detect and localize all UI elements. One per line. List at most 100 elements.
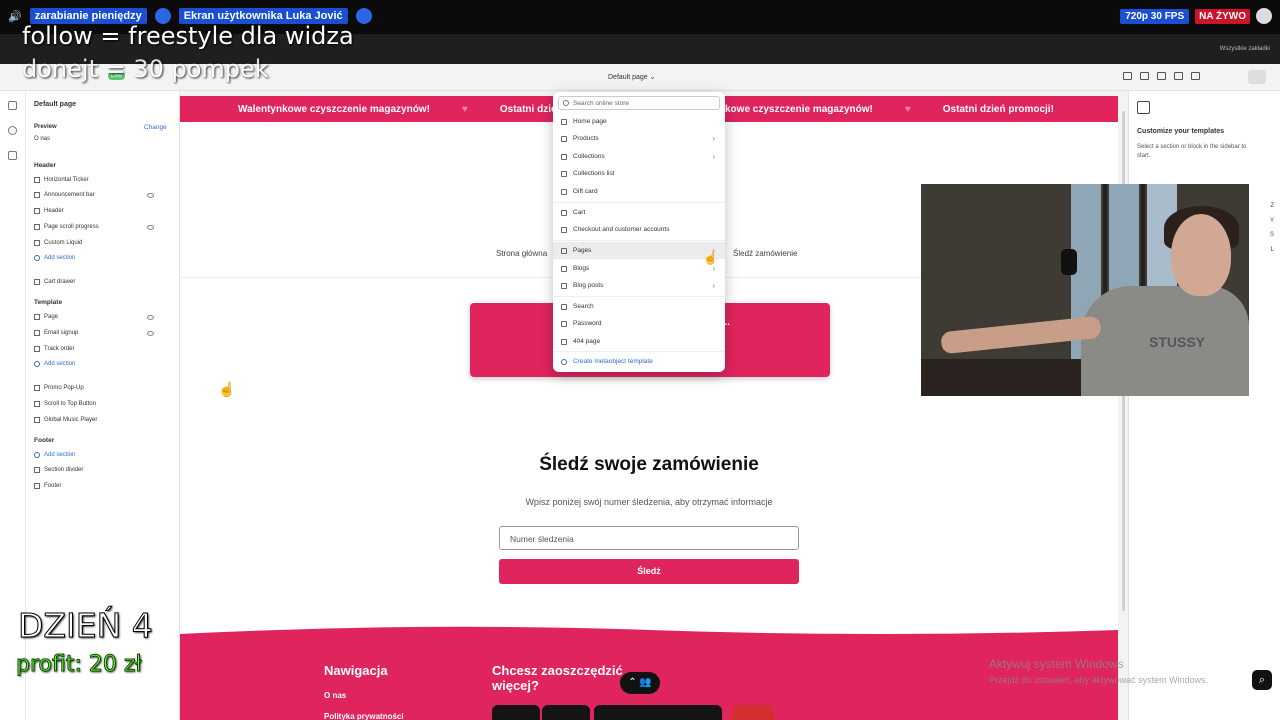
dropdown-item-password[interactable]: Password: [553, 315, 725, 332]
sidebar-item-section-divider[interactable]: Section divider: [34, 464, 174, 476]
add-section-label: Add section: [44, 255, 76, 261]
shortcut-keys: Z Y S L: [1270, 199, 1274, 257]
inspector-icon[interactable]: [1123, 72, 1132, 80]
add-section-template[interactable]: Add section: [34, 358, 174, 370]
dropdown-item-404[interactable]: 404 page: [553, 333, 725, 350]
eye-icon[interactable]: [147, 314, 154, 320]
eye-icon[interactable]: [147, 192, 154, 198]
change-link[interactable]: Change: [144, 124, 167, 131]
sidebar-item-label: Header: [44, 208, 64, 214]
sidebar-item-music-player[interactable]: Global Music Player: [34, 414, 174, 426]
nav-link-track[interactable]: Śledź zamówienie: [733, 249, 797, 258]
sidebar-item-scroll-top[interactable]: Scroll to Top Button: [34, 398, 174, 410]
expand-participants-button[interactable]: ⌃ 👥: [620, 672, 660, 694]
nav-link-home[interactable]: Strona główna: [496, 249, 547, 258]
template-picker[interactable]: Default page ⌄: [608, 73, 656, 81]
dropdown-item-label: Blogs: [573, 265, 590, 272]
section-icon: [34, 314, 40, 320]
plus-icon: [34, 361, 40, 367]
dropdown-item-label: Blog posts: [573, 282, 604, 289]
dropdown-item-label: 404 page: [573, 338, 601, 345]
ticker-item: Ostatni dzień promocji!: [942, 103, 1054, 115]
sidebar-item-header[interactable]: Header: [34, 205, 174, 217]
preview-value[interactable]: O nas: [34, 136, 50, 142]
track-button[interactable]: Śledź: [499, 559, 799, 584]
sidebar-item-page-scroll-progress[interactable]: Page scroll progress: [34, 221, 174, 233]
share-controls[interactable]: [594, 705, 722, 720]
dropdown-divider: [553, 202, 725, 203]
tracking-number-input[interactable]: Numer śledzenia: [499, 526, 799, 550]
sections-icon[interactable]: [8, 101, 17, 110]
meet-right-group: 720p 30 FPS NA ŻYWO: [1120, 8, 1272, 24]
footer-newsletter-title: Chcesz zaoszczędzić więcej?: [492, 663, 623, 693]
dropdown-item-cart[interactable]: Cart: [553, 204, 725, 221]
add-section-footer[interactable]: Add section: [34, 449, 174, 461]
sidebar-item-label: Email signup: [44, 330, 79, 336]
dropdown-item-collections[interactable]: Collections ›: [553, 148, 725, 165]
eye-icon[interactable]: [147, 330, 154, 336]
chat-icon[interactable]: [1256, 8, 1272, 24]
heart-icon: ♥: [904, 103, 911, 115]
sidebar-item-email-signup[interactable]: Email signup: [34, 327, 174, 339]
apps-icon[interactable]: [8, 151, 17, 160]
zoom-icon[interactable]: ⌕: [1252, 670, 1272, 690]
shirt-print: STUSSY: [1149, 334, 1206, 350]
sidebar-item-cart-drawer[interactable]: Cart drawer: [34, 276, 174, 288]
dropdown-item-search[interactable]: Search: [553, 298, 725, 315]
sidebar-item-label: Custom Liquid: [44, 240, 83, 246]
sidebar-item-announcement-bar[interactable]: Announcement bar: [34, 189, 174, 201]
search-icon: [563, 100, 569, 106]
create-metaobject-template[interactable]: Create metaobject template: [553, 353, 725, 370]
settings-icon[interactable]: [8, 126, 17, 135]
dropdown-item-blogs[interactable]: Blogs ›: [553, 260, 725, 277]
template-group-heading: Template: [34, 296, 174, 308]
meeting-controls: [492, 705, 782, 720]
chevron-right-icon: ›: [712, 281, 715, 290]
template-dropdown: Search online store Home page Products › …: [553, 92, 725, 372]
speaker-icon[interactable]: 🔊: [8, 10, 22, 23]
dropdown-item-gift-card[interactable]: Gift card: [553, 183, 725, 200]
shortcut-key: S: [1269, 232, 1274, 238]
sidebar-item-horizontal-ticker[interactable]: Horizontal Ticker: [34, 174, 174, 186]
footer-link-privacy[interactable]: Polityka prywatności: [324, 712, 404, 720]
header-group-heading: Header: [34, 159, 174, 171]
dropdown-search-input[interactable]: Search online store: [558, 96, 720, 110]
section-icon: [34, 330, 40, 336]
dropdown-item-collections-list[interactable]: Collections list: [553, 165, 725, 182]
sidebar-item-custom-liquid[interactable]: Custom Liquid: [34, 237, 174, 249]
dropdown-item-home[interactable]: Home page: [553, 113, 725, 130]
section-icon: [34, 224, 40, 230]
desktop-icon[interactable]: [1157, 72, 1166, 80]
footer-link-about[interactable]: O nas: [324, 691, 346, 700]
leave-button[interactable]: [732, 705, 774, 720]
dropdown-item-checkout[interactable]: Checkout and customer accounts: [553, 221, 725, 238]
sidebar-item-promo-popup[interactable]: Promo Pop-Up: [34, 382, 174, 394]
save-button[interactable]: [1248, 70, 1266, 84]
add-section-header[interactable]: Add section: [34, 252, 174, 264]
sidebar-item-page[interactable]: Page: [34, 311, 174, 323]
live-badge: NA ŻYWO: [1195, 8, 1250, 24]
section-icon: [34, 346, 40, 352]
sidebar-item-label: Page scroll progress: [44, 224, 99, 230]
dropdown-item-products[interactable]: Products ›: [553, 130, 725, 147]
plus-icon: [34, 452, 40, 458]
overlay-follow-text: follow = freestyle dla widza: [22, 22, 354, 50]
chevron-right-icon: ›: [712, 152, 715, 161]
pointer-icon[interactable]: [1140, 72, 1149, 80]
sidebar-item-footer[interactable]: Footer: [34, 480, 174, 492]
mic-button[interactable]: [492, 705, 540, 720]
footer-group-label: Footer: [34, 436, 55, 444]
dropdown-item-blog-posts[interactable]: Blog posts ›: [553, 277, 725, 294]
fullscreen-icon[interactable]: [1191, 72, 1200, 80]
mobile-icon[interactable]: [1174, 72, 1183, 80]
app-block-icon: [34, 417, 40, 423]
shortcut-key: L: [1270, 246, 1274, 253]
camera-button[interactable]: [542, 705, 590, 720]
sidebar-item-label: Section divider: [44, 467, 84, 473]
sidebar-item-label: Cart drawer: [44, 279, 76, 285]
dropdown-item-label: Home page: [573, 118, 607, 125]
bookmarks-label[interactable]: Wszystkie zakładki: [1220, 46, 1270, 52]
sidebar-item-track-order[interactable]: Track order: [34, 343, 174, 355]
dropdown-item-pages[interactable]: Pages ›: [553, 242, 725, 259]
eye-icon[interactable]: [147, 224, 154, 230]
